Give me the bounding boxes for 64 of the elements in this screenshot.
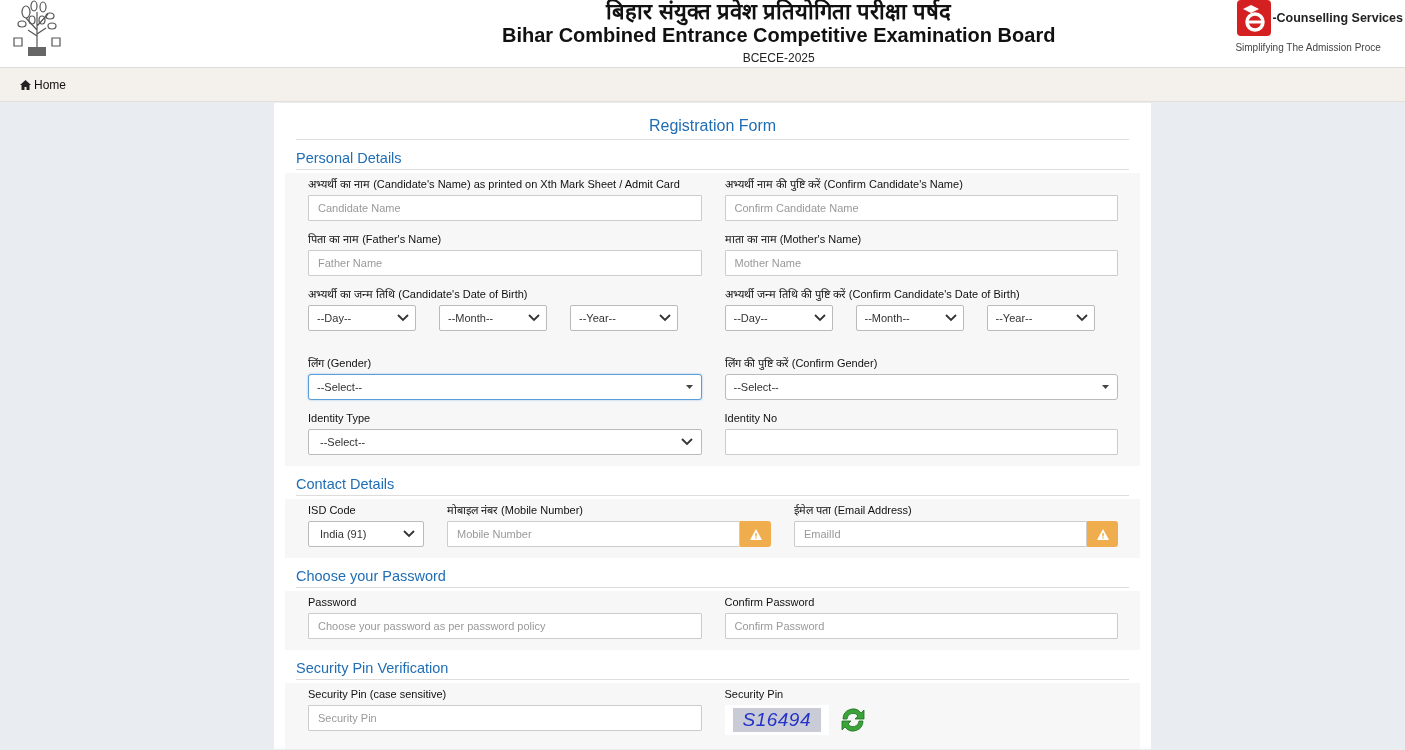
- brand-name: -Counselling Services: [1272, 11, 1403, 25]
- date-dropdown[interactable]: --Month--: [855, 305, 964, 331]
- dropdown[interactable]: --Select--: [308, 374, 702, 400]
- field-label: मोबाइल नंबर (Mobile Number): [447, 504, 585, 517]
- chevron-down-icon: [813, 314, 826, 322]
- chevron-down-icon: [659, 314, 671, 322]
- caret-icon: [685, 385, 693, 389]
- captcha-image: S16494: [724, 705, 829, 735]
- field-label: Identity Type: [308, 412, 372, 425]
- section-heading: Choose your Password: [296, 558, 1129, 588]
- section-heading: Contact Details: [296, 466, 1129, 496]
- input-field[interactable]: Confirm Candidate Name: [724, 195, 1118, 221]
- input-field[interactable]: [724, 429, 1118, 455]
- dropdown[interactable]: --Select--: [724, 374, 1118, 400]
- chevron-down-icon: [403, 530, 415, 538]
- field-label: Identity No: [724, 412, 779, 425]
- field-label: Password: [308, 596, 358, 609]
- date-dropdown[interactable]: --Month--: [439, 305, 547, 331]
- field-label: लिंग की पुष्टि करें (Confirm Gender): [724, 357, 879, 370]
- warning-button[interactable]: [740, 521, 771, 547]
- home-link[interactable]: Home: [20, 77, 66, 92]
- input-field[interactable]: Mother Name: [724, 250, 1118, 276]
- home-icon: [20, 79, 31, 90]
- input-field[interactable]: Father Name: [308, 250, 702, 276]
- warning-icon: [749, 528, 762, 540]
- field-label: ISD Code: [308, 504, 357, 517]
- dropdown[interactable]: --Select--: [308, 429, 702, 455]
- form-title: Registration Form: [296, 103, 1129, 140]
- chevron-down-icon: [528, 314, 540, 322]
- chevron-down-icon: [944, 314, 957, 322]
- field-label: अभ्यर्थी जन्म तिथि की पुष्टि करें (Confirm Candidate's Date of Birth): [724, 288, 1021, 301]
- field-label: लिंग (Gender): [308, 357, 373, 370]
- field-label: अभ्यर्थी का जन्म तिथि (Candidate's Date of Birth): [308, 288, 529, 301]
- field-label: Confirm Password: [724, 596, 816, 609]
- date-dropdown[interactable]: --Year--: [570, 305, 678, 331]
- input-field[interactable]: Choose your password as per password policy: [308, 613, 702, 639]
- warning-button[interactable]: [1087, 521, 1118, 547]
- field-label: ईमेल पता (Email Address): [794, 504, 913, 517]
- input-field[interactable]: Security Pin: [308, 705, 702, 731]
- date-dropdown[interactable]: --Year--: [986, 305, 1095, 331]
- input-field[interactable]: Confirm Password: [724, 613, 1118, 639]
- date-dropdown[interactable]: --Day--: [308, 305, 416, 331]
- input-field[interactable]: EmailId: [794, 521, 1087, 547]
- refresh-icon[interactable]: [839, 706, 867, 734]
- field-label: पिता का नाम (Father's Name): [308, 233, 443, 246]
- input-field[interactable]: Mobile Number: [447, 521, 740, 547]
- exam-subtitle: BCECE-2025: [742, 50, 815, 67]
- field-label: अभ्यर्थी नाम की पुष्टि करें (Confirm Candidate's Name): [724, 178, 964, 191]
- dropdown[interactable]: India (91): [308, 521, 424, 547]
- chevron-down-icon: [397, 314, 409, 322]
- field-label: माता का नाम (Mother's Name): [724, 233, 863, 246]
- date-dropdown[interactable]: --Day--: [724, 305, 833, 331]
- warning-icon: [1096, 528, 1109, 540]
- chevron-down-icon: [1075, 314, 1088, 322]
- input-field[interactable]: Candidate Name: [308, 195, 702, 221]
- field-label: Security Pin: [724, 688, 785, 701]
- section-heading: Personal Details: [296, 140, 1129, 170]
- brand-tagline: Simplifying The Admission Proce: [1235, 42, 1381, 53]
- caret-icon: [1102, 385, 1109, 389]
- section-heading: Security Pin Verification: [296, 650, 1129, 680]
- tree-emblem-icon: [12, 0, 62, 58]
- chevron-down-icon: [680, 438, 693, 446]
- field-label: अभ्यर्थी का नाम (Candidate's Name) as printed on Xth Mark Sheet / Admit Card: [308, 178, 681, 191]
- field-label: Security Pin (case sensitive): [308, 688, 448, 701]
